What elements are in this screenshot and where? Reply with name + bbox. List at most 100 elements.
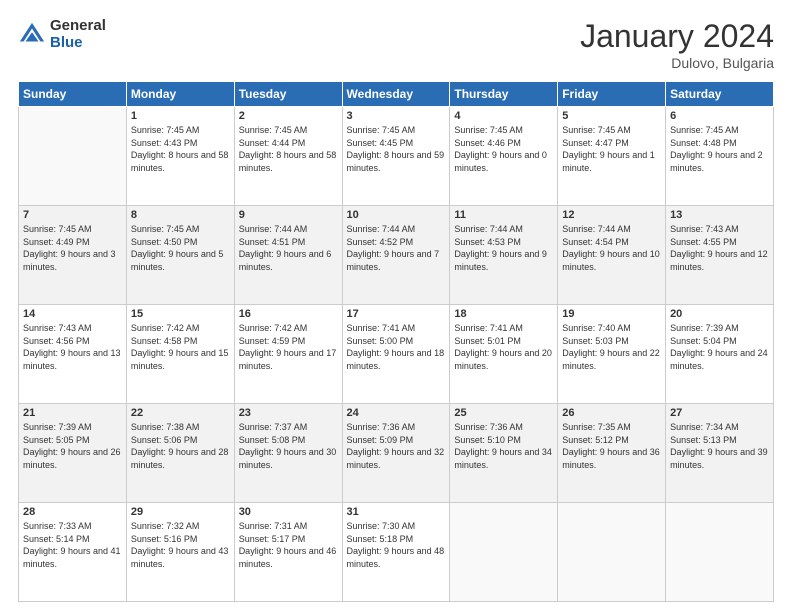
day-number: 4 [454, 110, 553, 122]
header: General Blue January 2024 Dulovo, Bulgar… [18, 18, 774, 71]
day-number: 5 [562, 110, 661, 122]
day-info: Sunrise: 7:45 AM Sunset: 4:50 PM Dayligh… [131, 223, 230, 273]
day-number: 13 [670, 209, 769, 221]
day-number: 9 [239, 209, 338, 221]
day-number: 29 [131, 506, 230, 518]
logo-blue-text: Blue [50, 35, 106, 52]
day-number: 20 [670, 308, 769, 320]
header-row: Sunday Monday Tuesday Wednesday Thursday… [19, 82, 774, 107]
table-row: 12 Sunrise: 7:44 AM Sunset: 4:54 PM Dayli… [558, 206, 666, 305]
col-friday: Friday [558, 82, 666, 107]
day-info: Sunrise: 7:31 AM Sunset: 5:17 PM Dayligh… [239, 520, 338, 570]
day-info: Sunrise: 7:45 AM Sunset: 4:43 PM Dayligh… [131, 124, 230, 174]
day-number: 25 [454, 407, 553, 419]
location: Dulovo, Bulgaria [580, 55, 774, 71]
table-row: 16 Sunrise: 7:42 AM Sunset: 4:59 PM Dayli… [234, 305, 342, 404]
table-row: 5Sunrise: 7:45 AM Sunset: 4:47 PM Daylig… [558, 107, 666, 206]
day-info: Sunrise: 7:37 AM Sunset: 5:08 PM Dayligh… [239, 421, 338, 471]
day-number: 17 [347, 308, 446, 320]
day-info: Sunrise: 7:34 AM Sunset: 5:13 PM Dayligh… [670, 421, 769, 471]
month-title: January 2024 [580, 18, 774, 55]
day-info: Sunrise: 7:40 AM Sunset: 5:03 PM Dayligh… [562, 322, 661, 372]
day-info: Sunrise: 7:35 AM Sunset: 5:12 PM Dayligh… [562, 421, 661, 471]
table-row: 28Sunrise: 7:33 AM Sunset: 5:14 PM Dayli… [19, 503, 127, 602]
table-row: 13Sunrise: 7:43 AM Sunset: 4:55 PM Dayli… [666, 206, 774, 305]
day-info: Sunrise: 7:30 AM Sunset: 5:18 PM Dayligh… [347, 520, 446, 570]
table-row: 23 Sunrise: 7:37 AM Sunset: 5:08 PM Dayli… [234, 404, 342, 503]
day-info: Sunrise: 7:39 AM Sunset: 5:05 PM Dayligh… [23, 421, 122, 471]
table-row: 1Sunrise: 7:45 AM Sunset: 4:43 PM Daylig… [126, 107, 234, 206]
logo: General Blue [18, 18, 106, 51]
calendar-week-row: 21 Sunrise: 7:39 AM Sunset: 5:05 PM Dayli… [19, 404, 774, 503]
table-row: 27 Sunrise: 7:34 AM Sunset: 5:13 PM Dayli… [666, 404, 774, 503]
day-number: 22 [131, 407, 230, 419]
day-info: Sunrise: 7:32 AM Sunset: 5:16 PM Dayligh… [131, 520, 230, 570]
day-number: 3 [347, 110, 446, 122]
table-row: 8 Sunrise: 7:45 AM Sunset: 4:50 PM Daylig… [126, 206, 234, 305]
day-info: Sunrise: 7:45 AM Sunset: 4:49 PM Dayligh… [23, 223, 122, 273]
table-row: 26 Sunrise: 7:35 AM Sunset: 5:12 PM Dayli… [558, 404, 666, 503]
table-row: 11 Sunrise: 7:44 AM Sunset: 4:53 PM Dayli… [450, 206, 558, 305]
col-thursday: Thursday [450, 82, 558, 107]
table-row: 19 Sunrise: 7:40 AM Sunset: 5:03 PM Dayli… [558, 305, 666, 404]
col-saturday: Saturday [666, 82, 774, 107]
day-info: Sunrise: 7:42 AM Sunset: 4:59 PM Dayligh… [239, 322, 338, 372]
table-row: 2Sunrise: 7:45 AM Sunset: 4:44 PM Daylig… [234, 107, 342, 206]
day-number: 19 [562, 308, 661, 320]
calendar-page: General Blue January 2024 Dulovo, Bulgar… [0, 0, 792, 612]
table-row: 6 Sunrise: 7:45 AM Sunset: 4:48 PM Daylig… [666, 107, 774, 206]
calendar-week-row: 1Sunrise: 7:45 AM Sunset: 4:43 PM Daylig… [19, 107, 774, 206]
col-wednesday: Wednesday [342, 82, 450, 107]
table-row [450, 503, 558, 602]
day-number: 24 [347, 407, 446, 419]
table-row: 21 Sunrise: 7:39 AM Sunset: 5:05 PM Dayli… [19, 404, 127, 503]
day-number: 31 [347, 506, 446, 518]
day-number: 8 [131, 209, 230, 221]
day-number: 21 [23, 407, 122, 419]
logo-general-text: General [50, 18, 106, 35]
col-monday: Monday [126, 82, 234, 107]
logo-icon [18, 21, 46, 49]
table-row: 3 Sunrise: 7:45 AM Sunset: 4:45 PM Daylig… [342, 107, 450, 206]
table-row: 15 Sunrise: 7:42 AM Sunset: 4:58 PM Dayli… [126, 305, 234, 404]
day-number: 15 [131, 308, 230, 320]
day-number: 6 [670, 110, 769, 122]
calendar-table: Sunday Monday Tuesday Wednesday Thursday… [18, 81, 774, 602]
table-row: 17 Sunrise: 7:41 AM Sunset: 5:00 PM Dayli… [342, 305, 450, 404]
day-info: Sunrise: 7:41 AM Sunset: 5:00 PM Dayligh… [347, 322, 446, 372]
table-row: 29 Sunrise: 7:32 AM Sunset: 5:16 PM Dayli… [126, 503, 234, 602]
table-row: 4 Sunrise: 7:45 AM Sunset: 4:46 PM Daylig… [450, 107, 558, 206]
day-info: Sunrise: 7:42 AM Sunset: 4:58 PM Dayligh… [131, 322, 230, 372]
table-row: 14 Sunrise: 7:43 AM Sunset: 4:56 PM Dayli… [19, 305, 127, 404]
col-tuesday: Tuesday [234, 82, 342, 107]
logo-text: General Blue [50, 18, 106, 51]
table-row: 9 Sunrise: 7:44 AM Sunset: 4:51 PM Daylig… [234, 206, 342, 305]
title-block: January 2024 Dulovo, Bulgaria [580, 18, 774, 71]
day-info: Sunrise: 7:44 AM Sunset: 4:53 PM Dayligh… [454, 223, 553, 273]
table-row [19, 107, 127, 206]
table-row: 22 Sunrise: 7:38 AM Sunset: 5:06 PM Dayli… [126, 404, 234, 503]
table-row [666, 503, 774, 602]
calendar-week-row: 28Sunrise: 7:33 AM Sunset: 5:14 PM Dayli… [19, 503, 774, 602]
day-number: 11 [454, 209, 553, 221]
day-number: 16 [239, 308, 338, 320]
day-info: Sunrise: 7:45 AM Sunset: 4:45 PM Dayligh… [347, 124, 446, 174]
day-number: 27 [670, 407, 769, 419]
day-number: 12 [562, 209, 661, 221]
day-number: 18 [454, 308, 553, 320]
day-number: 10 [347, 209, 446, 221]
day-info: Sunrise: 7:44 AM Sunset: 4:51 PM Dayligh… [239, 223, 338, 273]
day-info: Sunrise: 7:38 AM Sunset: 5:06 PM Dayligh… [131, 421, 230, 471]
calendar-week-row: 7Sunrise: 7:45 AM Sunset: 4:49 PM Daylig… [19, 206, 774, 305]
day-info: Sunrise: 7:45 AM Sunset: 4:46 PM Dayligh… [454, 124, 553, 174]
day-number: 30 [239, 506, 338, 518]
day-number: 23 [239, 407, 338, 419]
day-info: Sunrise: 7:45 AM Sunset: 4:48 PM Dayligh… [670, 124, 769, 174]
day-info: Sunrise: 7:45 AM Sunset: 4:44 PM Dayligh… [239, 124, 338, 174]
day-info: Sunrise: 7:36 AM Sunset: 5:10 PM Dayligh… [454, 421, 553, 471]
day-number: 14 [23, 308, 122, 320]
day-info: Sunrise: 7:44 AM Sunset: 4:54 PM Dayligh… [562, 223, 661, 273]
day-info: Sunrise: 7:43 AM Sunset: 4:56 PM Dayligh… [23, 322, 122, 372]
day-number: 26 [562, 407, 661, 419]
day-info: Sunrise: 7:36 AM Sunset: 5:09 PM Dayligh… [347, 421, 446, 471]
